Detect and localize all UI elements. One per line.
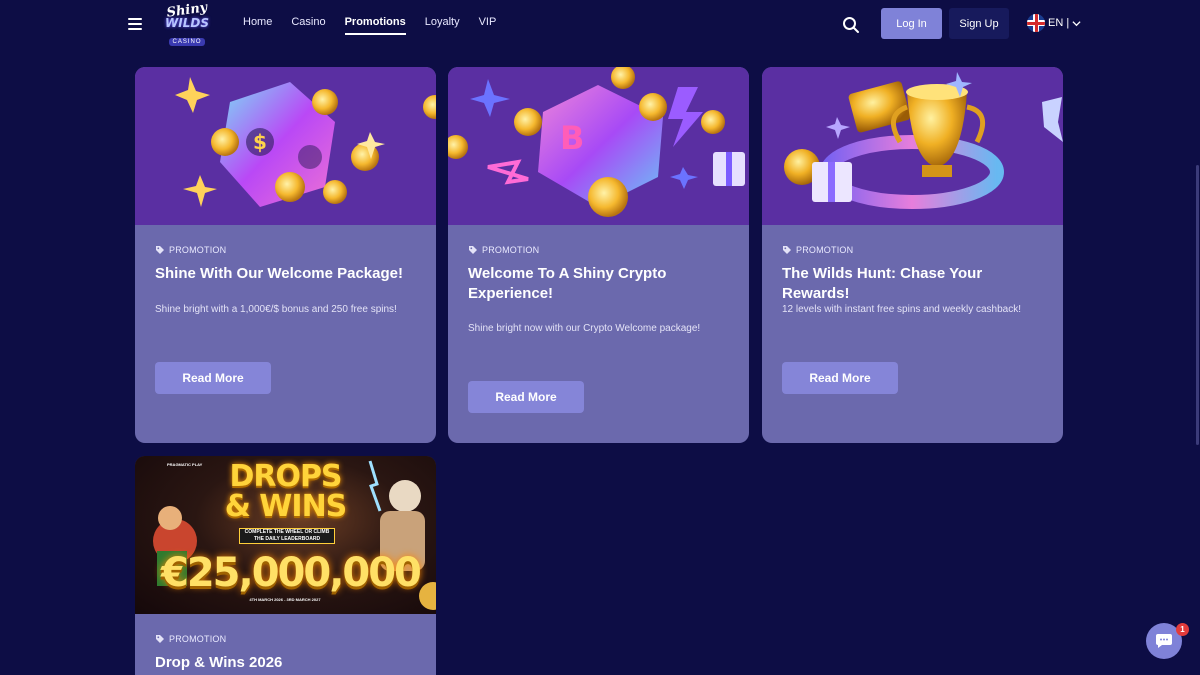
promo-description: Shine bright with a 1,000€/$ bonus and 2…: [155, 304, 397, 315]
promo-description: 12 levels with instant free spins and we…: [782, 304, 1022, 315]
nav-vip[interactable]: VIP: [479, 16, 497, 35]
promo-tag-label: PROMOTION: [169, 634, 227, 644]
search-icon[interactable]: [842, 16, 860, 34]
tag-icon: [469, 246, 477, 254]
promo-image-drops-wins-banner: PRAGMATIC PLAY DROPS & WINS COMPLETE THE…: [135, 456, 436, 614]
nav-loyalty[interactable]: Loyalty: [425, 16, 460, 35]
notification-badge: 1: [1176, 623, 1189, 636]
chevron-down-icon: [1072, 20, 1081, 26]
signup-button[interactable]: Sign Up: [949, 8, 1009, 39]
promo-title: The Wilds Hunt: Chase Your Rewards!: [782, 265, 983, 302]
promo-tag-label: PROMOTION: [796, 245, 854, 255]
read-more-button[interactable]: Read More: [468, 381, 584, 413]
tag-icon: [156, 246, 164, 254]
language-label: EN |: [1048, 17, 1070, 29]
scrollbar[interactable]: [1196, 165, 1199, 445]
nav-home[interactable]: Home: [243, 16, 272, 35]
promo-tag: PROMOTION: [468, 245, 539, 255]
provider-logo: PRAGMATIC PLAY: [167, 462, 203, 467]
nav-casino[interactable]: Casino: [291, 16, 325, 35]
promo-image-trophy: [762, 67, 1063, 225]
promo-tag-label: PROMOTION: [169, 245, 227, 255]
promo-description: Shine bright now with our Crypto Welcome…: [468, 323, 701, 334]
banner-headline: DROPS & WINS: [224, 459, 348, 524]
promo-image-dice-coins: $: [135, 67, 436, 225]
banner-amount: €25,000,000: [161, 550, 422, 596]
promo-tag: PROMOTION: [155, 245, 226, 255]
banner-dates: 4TH MARCH 2026 - 3RD MARCH 2027: [249, 597, 321, 602]
promo-title: Welcome To A Shiny Crypto Experience!: [468, 265, 667, 302]
language-selector[interactable]: EN |: [1027, 14, 1081, 32]
logo-line-3: CASINO: [169, 38, 205, 46]
tag-icon: [783, 246, 791, 254]
promo-tag-label: PROMOTION: [482, 245, 540, 255]
promo-tag: PROMOTION: [155, 634, 226, 644]
uk-flag-icon: [1027, 14, 1045, 32]
promo-title: Shine With Our Welcome Package!: [155, 265, 403, 282]
svg-text:$: $: [253, 130, 267, 154]
menu-icon[interactable]: [128, 16, 144, 32]
site-logo[interactable]: Shiny WILDS CASINO: [162, 0, 212, 46]
tag-icon: [156, 635, 164, 643]
main-nav: Home Casino Promotions Loyalty VIP: [243, 16, 515, 35]
chat-icon: [1156, 634, 1172, 648]
promo-image-crypto-dice: B: [448, 67, 749, 225]
read-more-button[interactable]: Read More: [155, 362, 271, 394]
top-header: Shiny WILDS CASINO Home Casino Promotion…: [0, 0, 1200, 50]
login-button[interactable]: Log In: [881, 8, 942, 39]
svg-text:B: B: [560, 119, 584, 157]
read-more-button[interactable]: Read More: [782, 362, 898, 394]
banner-subline: COMPLETE THE WHEEL OR CLIMB THE DAILY LE…: [239, 528, 335, 544]
nav-promotions[interactable]: Promotions: [344, 16, 406, 35]
promo-card-wilds-hunt: PROMOTION The Wilds Hunt: Chase Your Rew…: [762, 67, 1063, 443]
promo-title: Drop & Wins 2026: [155, 654, 283, 671]
promo-card-crypto: B PROMOTION Welcome To A Shiny Crypto Ex…: [448, 67, 749, 443]
promo-card-drops-wins: PRAGMATIC PLAY DROPS & WINS COMPLETE THE…: [135, 456, 436, 675]
promo-card-welcome: $ PROMOTION Shine With Our Welcome Packa…: [135, 67, 436, 443]
promo-tag: PROMOTION: [782, 245, 853, 255]
